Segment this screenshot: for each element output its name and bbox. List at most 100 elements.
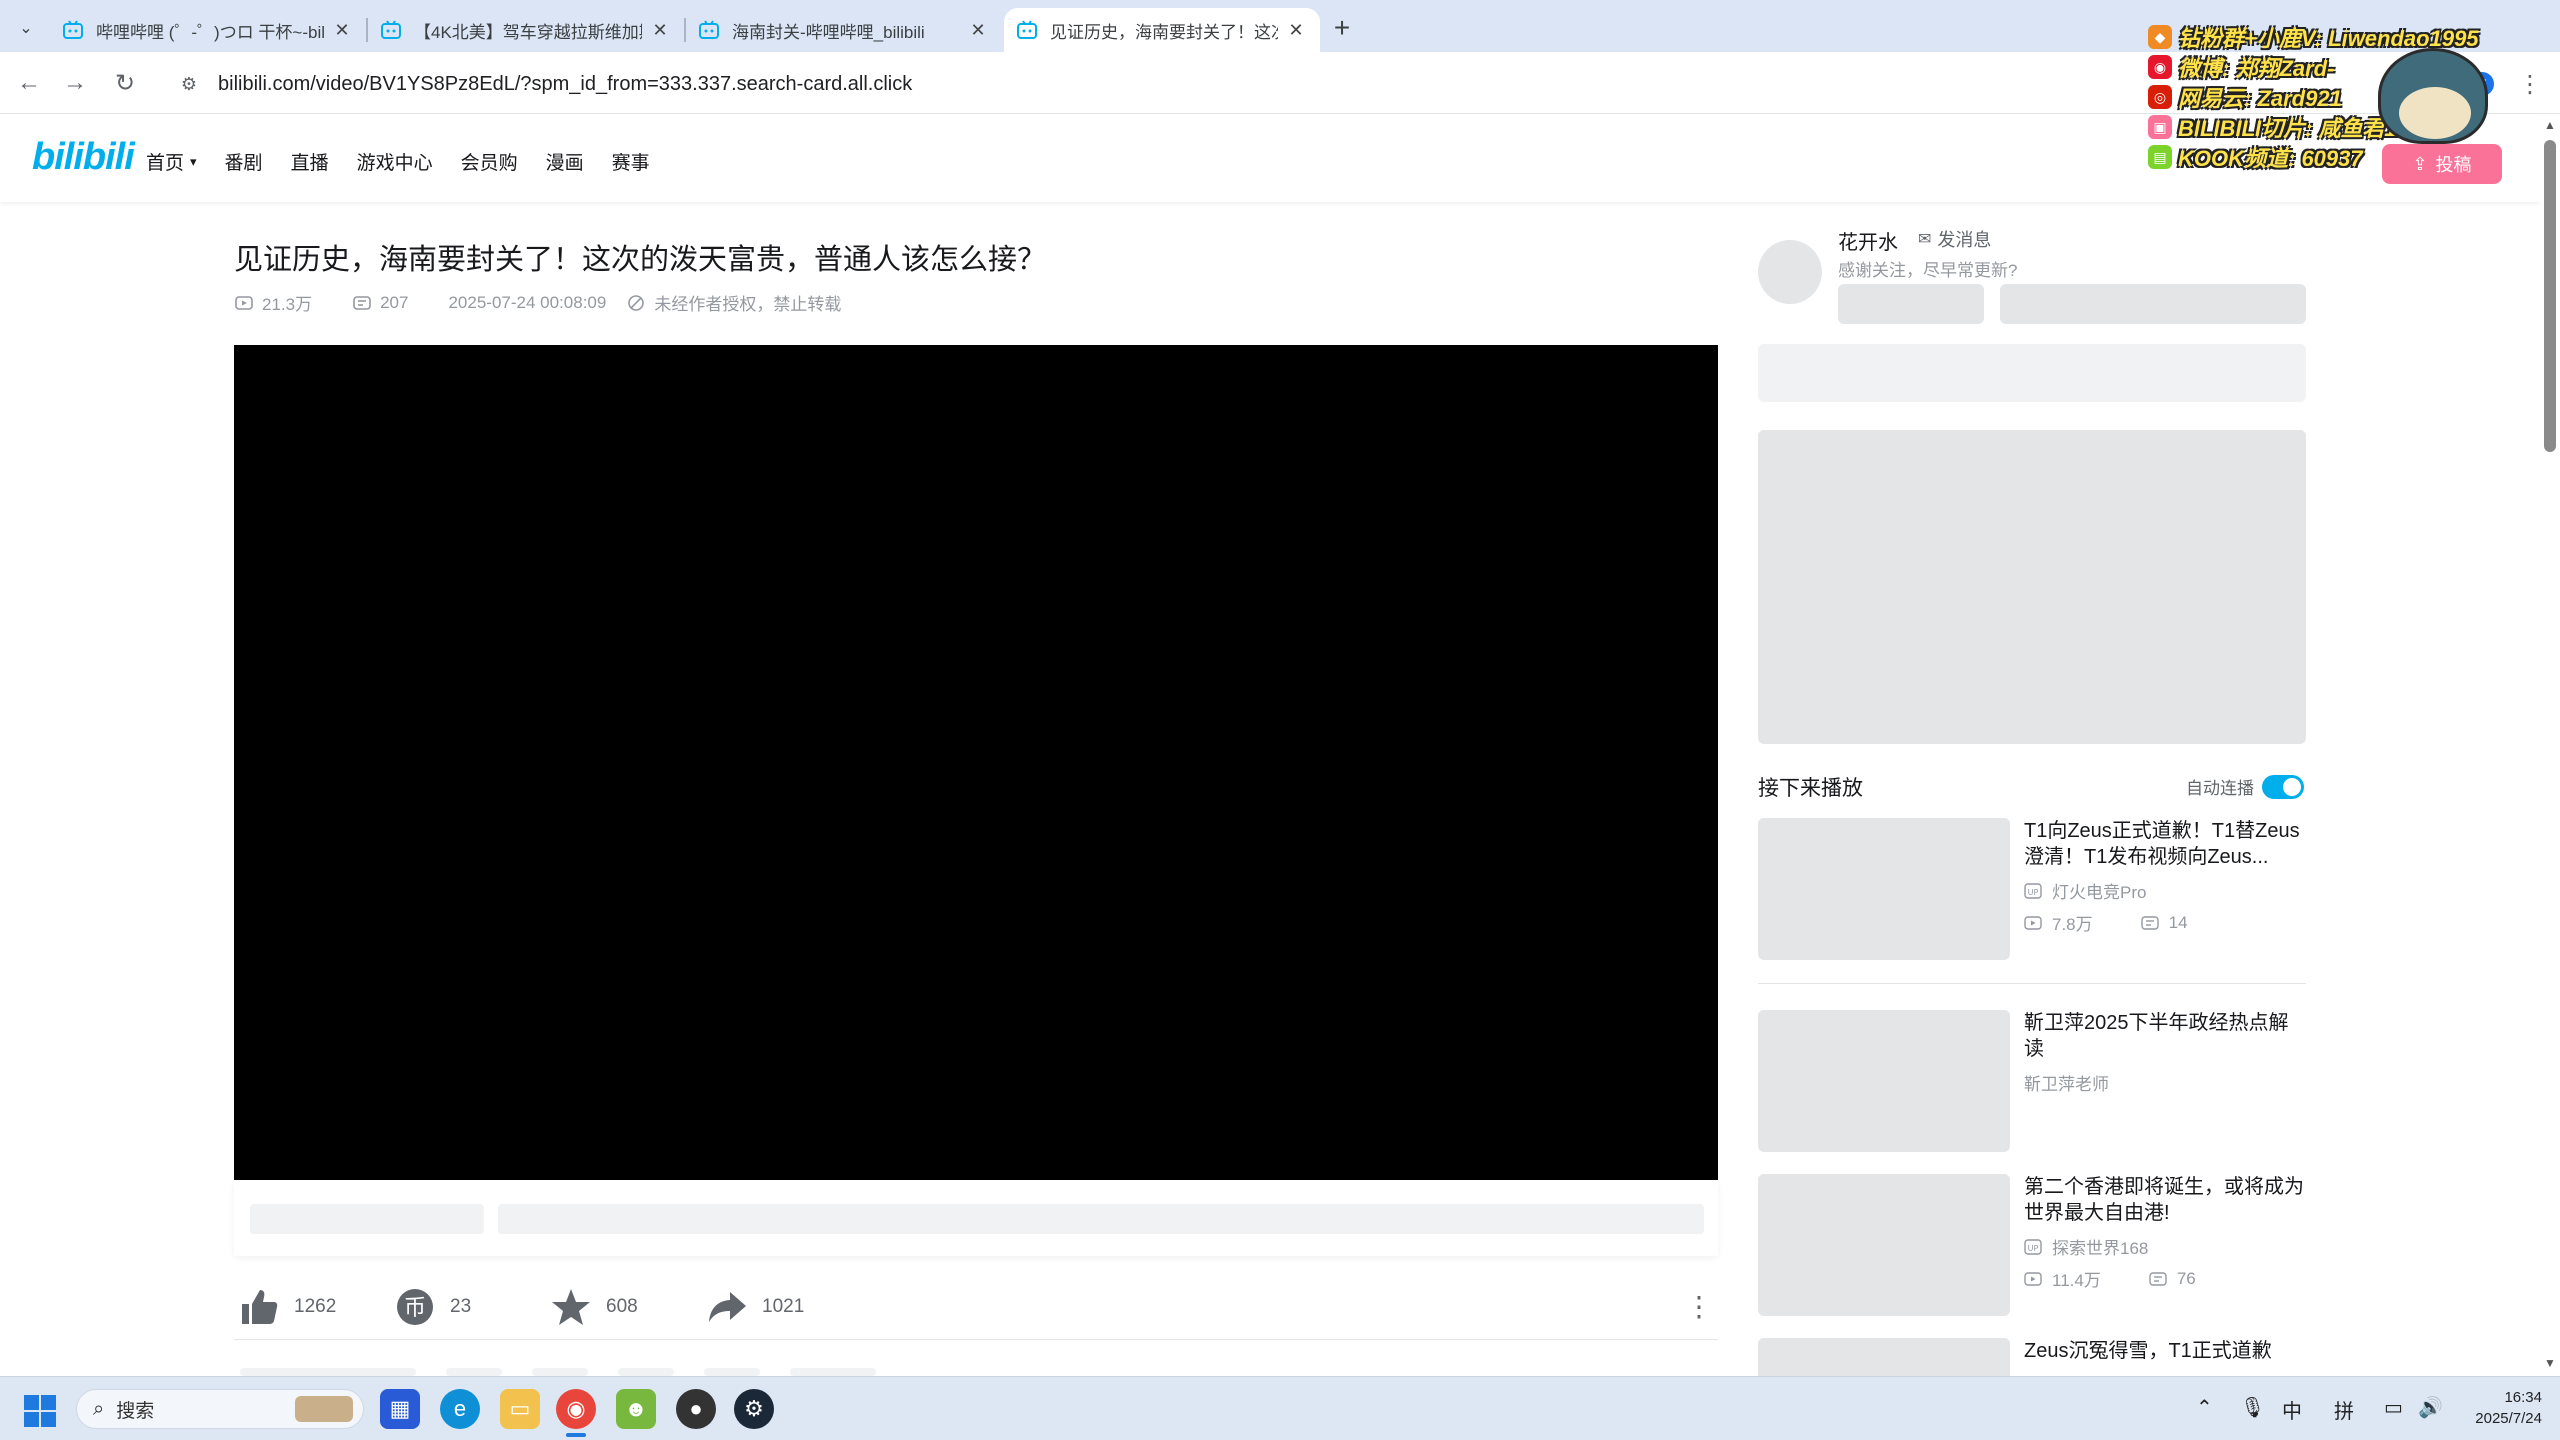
nav-item-home[interactable]: 首页 ▾ xyxy=(146,148,197,175)
uploader-name[interactable]: 花开水 xyxy=(1838,226,1898,255)
tab-close-icon[interactable]: ✕ xyxy=(966,18,990,42)
video-thumbnail[interactable] xyxy=(1758,1338,2010,1376)
nav-item-mall[interactable]: 会员购 xyxy=(461,148,518,175)
file-explorer-icon[interactable]: ▭ xyxy=(500,1389,540,1429)
favorite-count: 608 xyxy=(606,1296,638,1317)
like-button[interactable]: 1262 xyxy=(238,1286,336,1328)
recommended-video[interactable]: 第二个香港即将诞生，或将成为世界最大自由港! UP 探索世界168 11.4万 7… xyxy=(1758,1174,2306,1318)
danmaku-icon xyxy=(2149,1271,2167,1286)
nav-item-game-center[interactable]: 游戏中心 xyxy=(357,148,433,175)
coin-button[interactable]: 币 23 xyxy=(394,1286,471,1328)
nav-item-label: 首页 xyxy=(146,153,185,174)
overlay-line: ▣ BILIBILI切片: 咸鱼君111111 xyxy=(2148,112,2548,142)
danmaku-input-placeholder[interactable] xyxy=(498,1204,1704,1234)
rec-title[interactable]: Zeus沉冤得雪，T1正式道歉 xyxy=(2024,1338,2306,1364)
bilibili-favicon-icon xyxy=(1017,20,1037,39)
autoplay-toggle[interactable]: 自动连播 xyxy=(2186,774,2304,799)
browser-tab-active[interactable]: 见证历史，海南要封关了！这次 ✕ xyxy=(1004,8,1320,52)
recommended-video[interactable]: Zeus沉冤得雪，T1正式道歉 xyxy=(1758,1338,2306,1376)
clock-date: 2025/7/24 xyxy=(2475,1410,2542,1427)
kook-icon: ▤ xyxy=(2148,145,2172,169)
site-info-icon[interactable]: ⚙ xyxy=(174,69,204,99)
volume-icon[interactable]: 🔊 xyxy=(2418,1395,2443,1420)
danmaku-info-placeholder xyxy=(250,1204,484,1234)
video-thumbnail[interactable] xyxy=(1758,1174,2010,1316)
game-app-icon[interactable]: ☻ xyxy=(616,1389,656,1429)
mascot-face xyxy=(2399,87,2471,139)
site-nav: 首页 ▾ 番剧 直播 游戏中心 会员购 漫画 赛事 xyxy=(146,148,678,175)
autoplay-switch[interactable] xyxy=(2262,774,2304,799)
chrome-browser-icon[interactable]: ◉ xyxy=(556,1389,596,1437)
nav-item-anime[interactable]: 番剧 xyxy=(225,148,263,175)
send-message-link[interactable]: ✉ 发消息 xyxy=(1918,226,1991,252)
nav-item-manga[interactable]: 漫画 xyxy=(546,148,584,175)
view-count: 21.3万 xyxy=(234,290,332,315)
forward-arrow-icon[interactable]: → xyxy=(58,66,92,100)
scroll-up-arrow-icon[interactable]: ▲ xyxy=(2544,118,2556,132)
uploader-avatar[interactable] xyxy=(1758,240,1822,304)
nav-item-live[interactable]: 直播 xyxy=(291,148,329,175)
copyright-text: 未经作者授权，禁止转载 xyxy=(654,295,842,314)
reload-icon[interactable]: ↻ xyxy=(108,66,142,100)
follow-button-placeholder[interactable] xyxy=(2000,284,2306,324)
tag-placeholder xyxy=(618,1368,674,1376)
autoplay-label: 自动连播 xyxy=(2186,779,2254,798)
search-icon: ⌕ xyxy=(93,1397,105,1420)
browser-tab[interactable]: 海南封关-哔哩哔哩_bilibili ✕ xyxy=(686,8,1002,52)
url-text[interactable]: bilibili.com/video/BV1YS8Pz8EdL/?spm_id_… xyxy=(218,73,912,96)
taskbar-search-placeholder: 搜索 xyxy=(116,1400,155,1422)
new-tab-plus-icon[interactable]: + xyxy=(1326,12,1358,44)
obs-studio-icon[interactable]: ● xyxy=(676,1389,716,1429)
browser-tab[interactable]: 【4K北美】驾车穿越拉斯维加斯 ✕ xyxy=(368,8,684,52)
favorite-button[interactable]: 608 xyxy=(550,1286,638,1328)
steam-icon[interactable]: ⚙ xyxy=(734,1389,774,1429)
rec-author[interactable]: UP 探索世界168 xyxy=(2024,1234,2148,1259)
charge-button-placeholder[interactable] xyxy=(1838,284,1984,324)
tray-overflow-chevron-icon[interactable]: ⌃ xyxy=(2196,1395,2213,1420)
edge-browser-icon[interactable]: e xyxy=(440,1389,480,1429)
microsoft-store-icon[interactable]: ▦ xyxy=(380,1389,420,1429)
recommended-video[interactable]: 靳卫萍2025下半年政经热点解读 靳卫萍老师 xyxy=(1758,1010,2306,1154)
rec-title[interactable]: 靳卫萍2025下半年政经热点解读 xyxy=(2024,1010,2306,1062)
tab-close-icon[interactable]: ✕ xyxy=(330,18,354,42)
overlay-line: ◎ 网易云: Zard921 xyxy=(2148,82,2548,112)
rec-author[interactable]: 靳卫萍老师 xyxy=(2024,1070,2109,1095)
tab-close-icon[interactable]: ✕ xyxy=(648,18,672,42)
nav-item-esports[interactable]: 赛事 xyxy=(612,148,650,175)
video-player[interactable] xyxy=(234,345,1718,1277)
scroll-down-arrow-icon[interactable]: ▼ xyxy=(2544,1356,2556,1370)
microphone-icon[interactable]: 🎙 xyxy=(2240,1395,2265,1420)
windows-start-icon[interactable] xyxy=(24,1395,56,1427)
network-icon[interactable]: ▭ xyxy=(2384,1395,2403,1420)
clock-time: 16:34 xyxy=(2504,1389,2542,1406)
address-bar[interactable]: ⚙ bilibili.com/video/BV1YS8Pz8EdL/?spm_i… xyxy=(160,62,2400,106)
windows-taskbar: ⌕ 搜索 ▦ e ▭ ◉ ☻ ● ⚙ ⌃ 🎙 中 拼 ▭ 🔊 16:34 202… xyxy=(0,1376,2560,1440)
tab-title: 见证历史，海南要封关了！这次 xyxy=(1050,22,1278,42)
mail-icon: ✉ xyxy=(1918,231,1932,248)
ime-language[interactable]: 中 xyxy=(2282,1395,2302,1424)
bilibili-logo[interactable]: bilibili xyxy=(32,136,135,179)
danmaku-count: 207 xyxy=(352,290,428,315)
browser-tab[interactable]: 哔哩哔哩 (゜-゜)つロ 干杯~-bilibili ✕ xyxy=(50,8,366,52)
rec-author[interactable]: UP 灯火电竞Pro xyxy=(2024,878,2146,903)
video-thumbnail[interactable] xyxy=(1758,818,2010,960)
ime-mode[interactable]: 拼 xyxy=(2334,1395,2354,1424)
video-thumbnail[interactable] xyxy=(1758,1010,2010,1152)
rec-title[interactable]: 第二个香港即将诞生，或将成为世界最大自由港! xyxy=(2024,1174,2306,1226)
taskbar-clock[interactable]: 16:34 2025/7/24 xyxy=(2475,1387,2542,1429)
scrollbar-thumb[interactable] xyxy=(2544,140,2556,452)
bilibili-icon: ▣ xyxy=(2148,115,2172,139)
share-button[interactable]: 1021 xyxy=(706,1286,804,1328)
tab-close-icon[interactable]: ✕ xyxy=(1284,18,1308,42)
bilibili-favicon-icon xyxy=(381,20,401,39)
rec-title[interactable]: T1向Zeus正式道歉！T1替Zeus澄清！T1发布视频向Zeus... xyxy=(2024,818,2306,870)
taskbar-search[interactable]: ⌕ 搜索 xyxy=(76,1389,364,1429)
more-options-icon[interactable]: ⋮ xyxy=(1684,1286,1714,1326)
netease-music-icon: ◎ xyxy=(2148,85,2172,109)
rec-views-value: 11.4万 xyxy=(2052,1271,2101,1290)
tab-search-chevron-icon[interactable]: ⌄ xyxy=(10,12,42,44)
overlay-line: ▤ KOOK频道: 60937 xyxy=(2148,142,2548,172)
danmaku-send-bar xyxy=(234,1180,1718,1256)
back-arrow-icon[interactable]: ← xyxy=(12,66,46,100)
recommended-video[interactable]: T1向Zeus正式道歉！T1替Zeus澄清！T1发布视频向Zeus... UP 灯… xyxy=(1758,818,2306,962)
